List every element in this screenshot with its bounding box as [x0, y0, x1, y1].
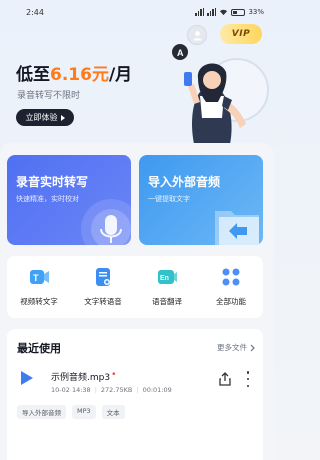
tool-label: 语音翻译	[152, 297, 182, 306]
video-to-text-icon: T	[27, 265, 51, 289]
chevron-right-icon	[250, 344, 255, 351]
file-name: 示例音频.mp3•	[51, 370, 116, 383]
more-options-icon[interactable]	[245, 371, 251, 387]
folder-import-icon	[215, 211, 259, 245]
tool-label: 全部功能	[216, 297, 246, 306]
play-icon[interactable]	[17, 369, 35, 387]
signal-icon-2	[207, 8, 217, 16]
promo-price: 6.16元	[50, 65, 109, 85]
tools-bar: T 视频转文字 文字转语音 En 语音翻译 全部功能	[7, 256, 263, 318]
import-audio-card[interactable]: 导入外部音频 一键提取文字	[139, 155, 263, 245]
file-duration: 00:01:09	[142, 386, 172, 394]
more-files-label: 更多文件	[217, 343, 247, 352]
recent-section: 最近使用 更多文件 示例音频.mp3• 10-02 14:38 | 272.75…	[7, 329, 263, 460]
file-name-text: 示例音频.mp3	[51, 373, 111, 383]
record-realtime-card[interactable]: 录音实时转写 快速精准，实时校对	[7, 155, 131, 245]
text-to-speech-icon	[91, 265, 115, 289]
status-time: 2:44	[26, 7, 44, 17]
meta-separator: |	[136, 386, 139, 394]
file-tag: MP3	[72, 405, 96, 419]
tool-video-to-text[interactable]: T 视频转文字	[10, 265, 68, 307]
tool-label: 视频转文字	[20, 297, 58, 306]
recent-title: 最近使用	[17, 342, 61, 355]
file-tag: 文本	[101, 405, 125, 419]
battery-percent: 33%	[248, 8, 264, 16]
status-bar: 2:44 33%	[0, 0, 274, 24]
svg-text:A: A	[177, 48, 184, 58]
microphone-icon	[81, 199, 131, 245]
caret-right-icon	[60, 114, 65, 121]
tool-all-functions[interactable]: 全部功能	[202, 265, 260, 307]
import-audio-subtitle: 一键提取文字	[148, 195, 190, 203]
tool-voice-translate[interactable]: En 语音翻译	[138, 265, 196, 307]
wifi-icon	[220, 9, 228, 16]
file-tags: 导入外部音频 MP3 文本	[17, 405, 125, 419]
record-realtime-subtitle: 快速精准，实时校对	[16, 195, 79, 203]
try-now-label: 立即体验	[25, 113, 58, 122]
user-icon	[192, 30, 202, 41]
vip-button[interactable]: VIP	[220, 24, 262, 44]
unread-dot: •	[111, 370, 117, 380]
status-icons: 33%	[195, 8, 264, 16]
signal-icon	[195, 8, 205, 16]
import-audio-title: 导入外部音频	[148, 175, 221, 189]
svg-text:T: T	[33, 273, 39, 283]
all-functions-icon	[219, 265, 243, 289]
record-realtime-title: 录音实时转写	[16, 175, 89, 189]
file-meta: 10-02 14:38 | 272.75KB | 00:01:09	[51, 386, 172, 394]
hero-illustration: A	[172, 44, 246, 144]
tool-text-to-speech[interactable]: 文字转语音	[74, 265, 132, 307]
share-icon[interactable]	[217, 371, 233, 387]
file-size: 272.75KB	[100, 386, 133, 394]
avatar[interactable]	[187, 25, 207, 45]
promo-subtitle: 录音转写不限时	[17, 91, 81, 101]
file-tag: 导入外部音频	[17, 405, 66, 419]
list-item[interactable]: 示例音频.mp3• 10-02 14:38 | 272.75KB | 00:01…	[7, 365, 263, 419]
tool-label: 文字转语音	[84, 297, 122, 306]
battery-icon	[231, 8, 246, 16]
file-date: 10-02 14:38	[51, 386, 91, 394]
try-now-button[interactable]: 立即体验	[16, 109, 74, 126]
promo-title-prefix: 低至	[16, 65, 50, 85]
svg-text:En: En	[160, 275, 169, 282]
more-files-link[interactable]: 更多文件	[217, 342, 255, 353]
promo-title: 低至6.16元/月	[16, 60, 132, 85]
voice-translate-icon: En	[155, 265, 179, 289]
meta-separator: |	[94, 386, 97, 394]
promo-title-suffix: /月	[108, 65, 133, 85]
